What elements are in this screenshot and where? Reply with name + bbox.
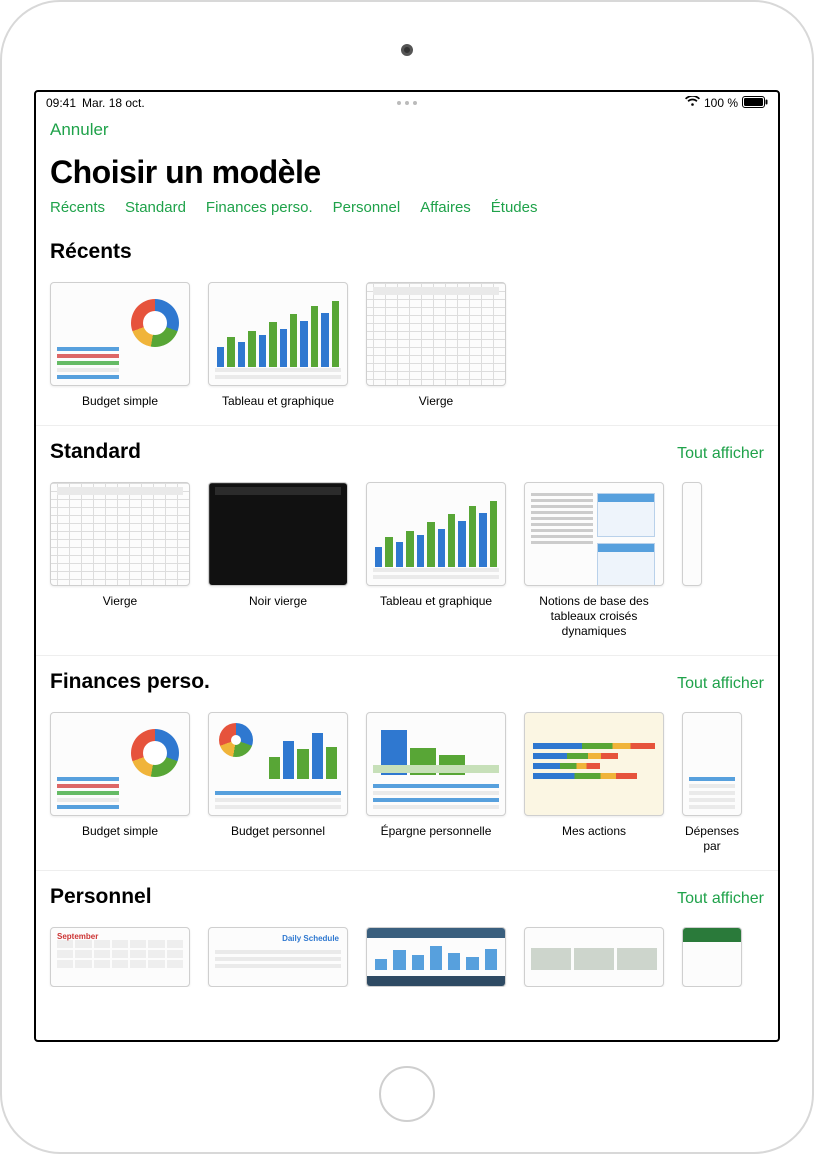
template-label: Budget personnel	[231, 824, 325, 839]
template-row: September Daily Schedule	[36, 913, 778, 987]
template-budget-personal[interactable]: Budget personnel	[208, 712, 348, 854]
template-thumbnail	[524, 482, 664, 586]
status-time: 09:41	[46, 96, 76, 110]
template-soccer-partial[interactable]	[682, 927, 742, 987]
template-calendar[interactable]: September	[50, 927, 190, 987]
tab-personnel[interactable]: Personnel	[333, 199, 401, 216]
template-thumbnail	[50, 282, 190, 386]
template-label: Budget simple	[82, 824, 158, 839]
template-running-log[interactable]	[366, 927, 506, 987]
section-title: Standard	[50, 440, 141, 464]
template-budget-simple[interactable]: Budget simple	[50, 712, 190, 854]
home-button[interactable]	[379, 1066, 435, 1122]
section-recents: Récents Budget simple	[36, 226, 778, 425]
template-partial[interactable]	[682, 482, 702, 639]
template-blank[interactable]: Vierge	[366, 282, 506, 409]
tab-etudes[interactable]: Études	[491, 199, 538, 216]
section-title: Récents	[50, 240, 132, 264]
template-thumbnail	[50, 482, 190, 586]
template-thumbnail: September	[50, 927, 190, 987]
template-label: Budget simple	[82, 394, 158, 409]
multitask-dots-icon[interactable]	[397, 101, 417, 105]
screen: 09:41 Mar. 18 oct. 100 % Annuler Choisir…	[34, 90, 780, 1042]
section-title: Personnel	[50, 885, 152, 909]
tab-finances[interactable]: Finances perso.	[206, 199, 313, 216]
template-thumbnail: Daily Schedule	[208, 927, 348, 987]
template-row: Budget simple Budget personnel	[36, 698, 778, 860]
template-blank-dark[interactable]: Noir vierge	[208, 482, 348, 639]
template-row: Budget simple Tableau et graphique	[36, 268, 778, 415]
category-tabs: Récents Standard Finances perso. Personn…	[36, 199, 778, 226]
template-label: Vierge	[103, 594, 137, 609]
cancel-button[interactable]: Annuler	[50, 120, 109, 139]
ipad-device-frame: 09:41 Mar. 18 oct. 100 % Annuler Choisir…	[0, 0, 814, 1154]
template-label: Épargne personnelle	[381, 824, 492, 839]
template-thumbnail	[366, 712, 506, 816]
see-all-button[interactable]: Tout afficher	[677, 445, 764, 463]
page-title: Choisir un modèle	[36, 140, 778, 199]
content-scroll[interactable]: Récents Budget simple	[36, 226, 778, 997]
template-thumbnail	[682, 482, 702, 586]
template-thumbnail	[524, 927, 664, 987]
camera-dot	[401, 44, 413, 56]
template-label: Vierge	[419, 394, 453, 409]
see-all-button[interactable]: Tout afficher	[677, 890, 764, 908]
template-expenses-partial[interactable]: Dépenses par	[682, 712, 742, 854]
template-thumbnail	[524, 712, 664, 816]
template-blank[interactable]: Vierge	[50, 482, 190, 639]
template-remodel[interactable]	[524, 927, 664, 987]
template-thumbnail	[208, 482, 348, 586]
template-chart-table[interactable]: Tableau et graphique	[208, 282, 348, 409]
template-savings[interactable]: Épargne personnelle	[366, 712, 506, 854]
section-finances: Finances perso. Tout afficher Budget sim…	[36, 655, 778, 870]
tab-recents[interactable]: Récents	[50, 199, 105, 216]
section-personnel: Personnel Tout afficher September Daily …	[36, 870, 778, 997]
status-battery-pct: 100 %	[704, 96, 738, 110]
see-all-button[interactable]: Tout afficher	[677, 675, 764, 693]
template-label: Notions de base des tableaux croisés dyn…	[524, 594, 664, 639]
tab-standard[interactable]: Standard	[125, 199, 186, 216]
template-thumbnail	[366, 282, 506, 386]
section-standard: Standard Tout afficher Vierge Noir vierg…	[36, 425, 778, 655]
template-label: Noir vierge	[249, 594, 307, 609]
template-daily-schedule[interactable]: Daily Schedule	[208, 927, 348, 987]
template-thumbnail	[208, 282, 348, 386]
template-label: Mes actions	[562, 824, 626, 839]
battery-icon	[742, 96, 768, 111]
nav-bar: Annuler	[36, 114, 778, 140]
template-budget-simple[interactable]: Budget simple	[50, 282, 190, 409]
wifi-icon	[685, 96, 700, 110]
status-date: Mar. 18 oct.	[82, 96, 145, 110]
template-chart-table[interactable]: Tableau et graphique	[366, 482, 506, 639]
template-thumbnail	[208, 712, 348, 816]
template-label: Tableau et graphique	[222, 394, 334, 409]
template-pivot-basics[interactable]: Notions de base des tableaux croisés dyn…	[524, 482, 664, 639]
template-thumbnail	[366, 482, 506, 586]
template-thumbnail	[682, 712, 742, 816]
template-thumbnail	[366, 927, 506, 987]
template-label: Dépenses par	[682, 824, 742, 854]
template-thumbnail	[50, 712, 190, 816]
template-label: Tableau et graphique	[380, 594, 492, 609]
section-title: Finances perso.	[50, 670, 210, 694]
template-stocks[interactable]: Mes actions	[524, 712, 664, 854]
template-thumbnail	[682, 927, 742, 987]
status-bar: 09:41 Mar. 18 oct. 100 %	[36, 92, 778, 114]
tab-affaires[interactable]: Affaires	[420, 199, 471, 216]
template-row: Vierge Noir vierge Tableau et graphique	[36, 468, 778, 645]
